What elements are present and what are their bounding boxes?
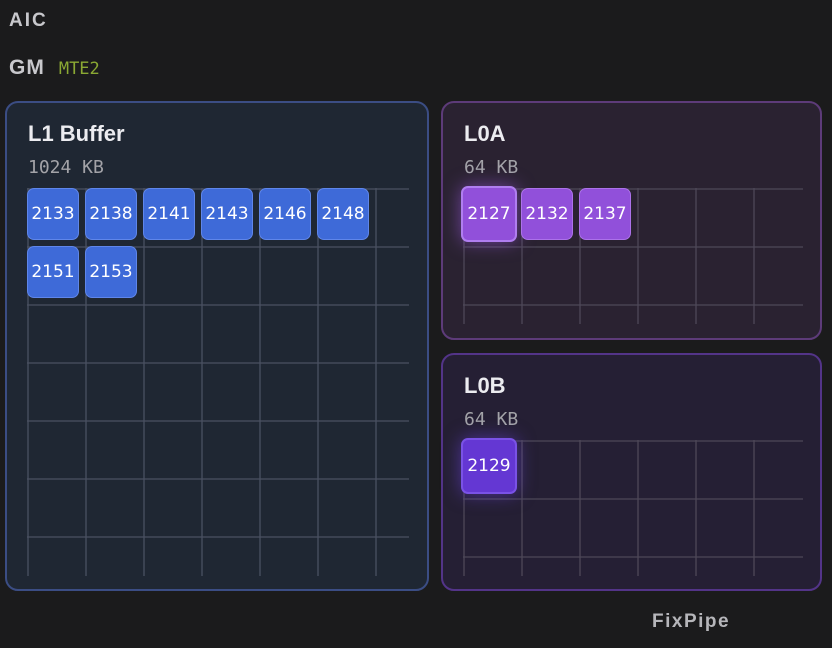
memory-block-tile[interactable]: 2138 — [85, 188, 137, 240]
memory-block-tile[interactable]: 2153 — [85, 246, 137, 298]
l0a-panel: L0A 64 KB 2127 2132 2137 — [441, 101, 822, 340]
fixpipe-label: FixPipe — [652, 611, 731, 632]
memory-grid — [27, 188, 409, 576]
mte2-label: MTE2 — [58, 59, 100, 79]
l1-buffer-panel: L1 Buffer 1024 KB 2133 2138 2141 2143 21… — [5, 101, 429, 591]
aic-label: AIC — [9, 10, 48, 31]
memory-block-tile[interactable]: 2148 — [317, 188, 369, 240]
memory-block-tile[interactable]: 2129 — [461, 438, 517, 494]
memory-block-tile[interactable]: 2141 — [143, 188, 195, 240]
panel-title: L0B — [464, 373, 506, 398]
panel-size: 64 KB — [464, 409, 519, 430]
memory-block-tile[interactable]: 2127 — [461, 186, 517, 242]
gm-row: GM MTE2 — [9, 56, 100, 80]
memory-block-tile[interactable]: 2151 — [27, 246, 79, 298]
memory-block-tile[interactable]: 2146 — [259, 188, 311, 240]
panel-title: L1 Buffer — [28, 121, 125, 146]
panel-size: 1024 KB — [28, 157, 104, 178]
l0b-panel: L0B 64 KB 2129 — [441, 353, 822, 591]
panel-size: 64 KB — [464, 157, 519, 178]
memory-block-tile[interactable]: 2133 — [27, 188, 79, 240]
gm-label: GM — [9, 56, 45, 79]
panel-title: L0A — [464, 121, 506, 146]
memory-block-tile[interactable]: 2132 — [521, 188, 573, 240]
memory-block-tile[interactable]: 2143 — [201, 188, 253, 240]
memory-block-tile[interactable]: 2137 — [579, 188, 631, 240]
